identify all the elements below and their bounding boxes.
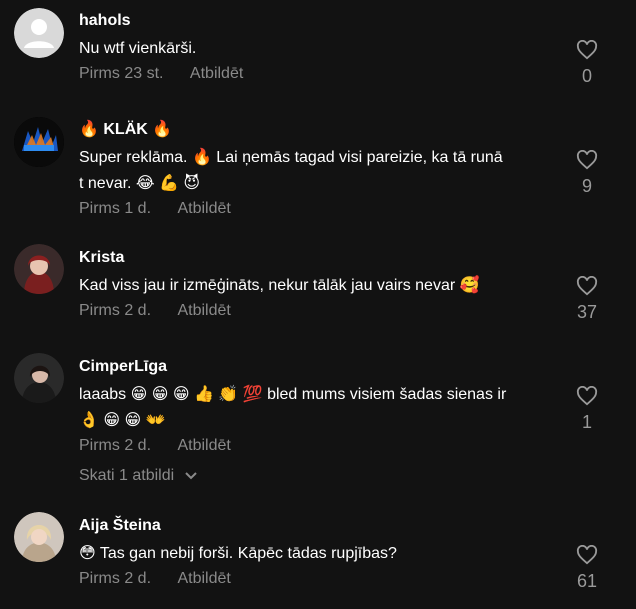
reply-button[interactable]: Atbildēt [177,302,230,319]
comment-text-line: 😳 Tas gan nebij forši. Kāpēc tādas rupjī… [79,545,397,562]
view-replies-button[interactable]: Skati 1 atbildi [79,467,197,485]
comment-text-line: 👌 😁 😁 👐 [79,412,166,429]
comment-timestamp: Pirms 2 d. [79,437,152,454]
like-button[interactable]: 9 [567,150,607,197]
comment-meta: Pirms 23 st. Atbildēt [79,64,559,84]
view-replies-label: Skati 1 atbildi [79,467,175,484]
reply-button[interactable]: Atbildēt [177,200,230,217]
avatar[interactable] [14,244,64,294]
comment-username[interactable]: Aija Šteina [79,516,559,536]
like-count: 0 [581,66,592,86]
comment-text: Super reklāma. 🔥 Lai ņemās tagad visi pa… [79,145,559,197]
comment-text-line: t nevar. 😂 💪 😈 [79,175,201,192]
comment-timestamp: Pirms 23 st. [79,65,164,82]
avatar[interactable] [14,353,64,403]
comment-timestamp: Pirms 1 d. [79,200,152,217]
comment-meta: Pirms 2 d. Atbildēt [79,301,559,321]
comment-meta: Pirms 1 d. Atbildēt [79,199,559,219]
comment-username[interactable]: Krista [79,248,559,268]
comment-text-line: Super reklāma. 🔥 Lai ņemās tagad visi pa… [79,149,503,166]
like-button[interactable]: 1 [567,386,607,433]
comment-timestamp: Pirms 2 d. [79,570,152,587]
reply-button[interactable]: Atbildēt [177,437,230,454]
comment-text-line: Nu wtf vienkārši. [79,40,197,57]
heart-outline-icon [576,150,598,170]
comment-text: laaabs 😁 😁 😁 👍 👏 💯 bled mums visiem šada… [79,382,559,434]
reply-button[interactable]: Atbildēt [190,65,243,82]
like-count: 1 [581,412,592,432]
comment-meta: Pirms 2 d. Atbildēt [79,436,559,456]
like-button[interactable]: 0 [567,40,607,87]
comment-text: Nu wtf vienkārši. [79,36,559,62]
heart-outline-icon [576,386,598,406]
avatar[interactable] [14,117,64,167]
comment-text: 😳 Tas gan nebij forši. Kāpēc tādas rupjī… [79,541,559,567]
profile-photo-icon [14,244,64,294]
avatar[interactable] [14,8,64,58]
comment-username[interactable]: 🔥 KLÄK 🔥 [79,120,559,140]
comment-meta: Pirms 2 d. Atbildēt [79,569,559,589]
like-count: 9 [581,176,592,196]
like-button[interactable]: 61 [567,545,607,592]
default-avatar-icon [14,8,64,58]
profile-photo-icon [14,353,64,403]
comment-username[interactable]: hahols [79,11,559,31]
klak-logo-icon [14,117,64,167]
reply-button[interactable]: Atbildēt [177,570,230,587]
comment-text-line: laaabs 😁 😁 😁 👍 👏 💯 bled mums visiem šada… [79,386,507,403]
chevron-down-icon [184,472,197,480]
comment-text-line: Kad viss jau ir izmēģināts, nekur tālāk … [79,277,480,294]
heart-outline-icon [576,276,598,296]
heart-outline-icon [576,545,598,565]
comment-text: Kad viss jau ir izmēģināts, nekur tālāk … [79,273,559,299]
like-count: 37 [576,302,598,322]
comment-timestamp: Pirms 2 d. [79,302,152,319]
like-button[interactable]: 37 [567,276,607,323]
heart-outline-icon [576,40,598,60]
comment-username[interactable]: CimperLīga [79,357,559,377]
profile-photo-icon [14,512,64,562]
like-count: 61 [576,571,598,591]
avatar[interactable] [14,512,64,562]
